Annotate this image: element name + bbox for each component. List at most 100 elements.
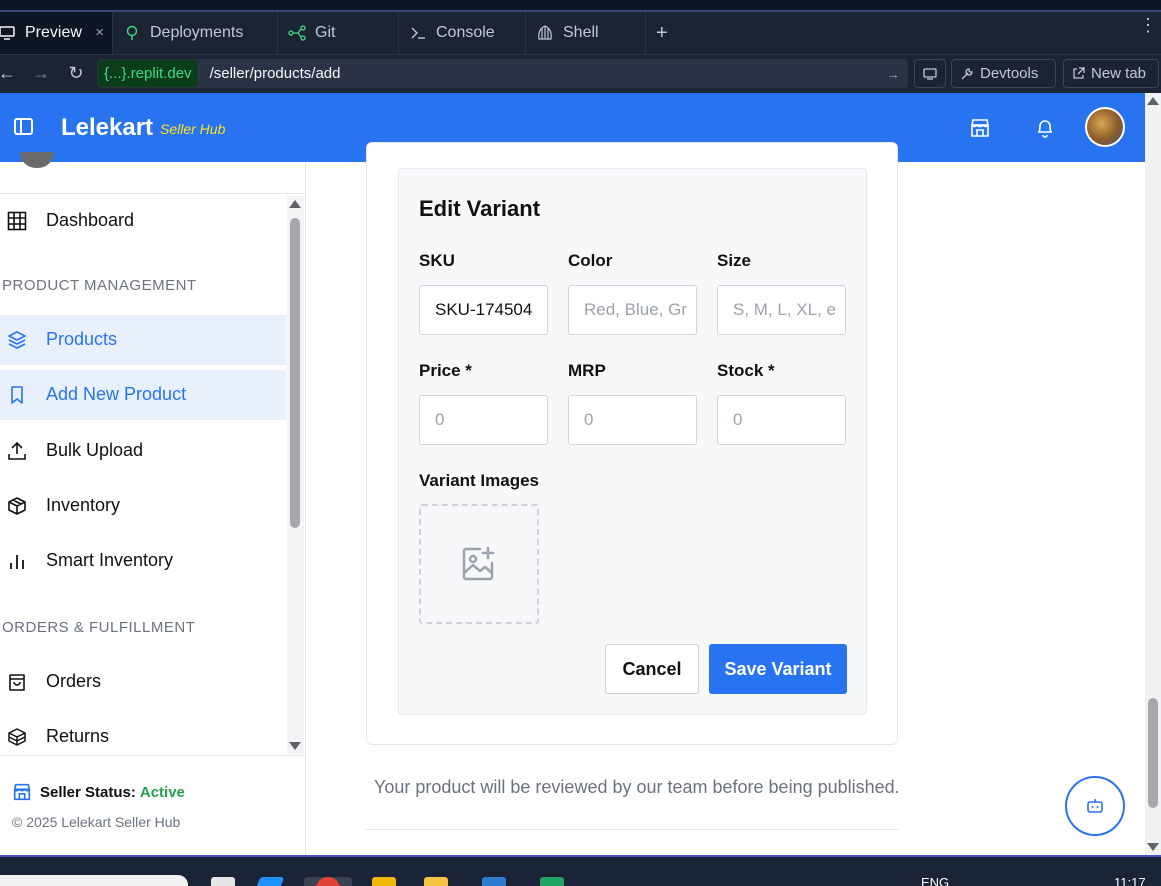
scroll-down-arrow-icon[interactable]	[289, 742, 301, 750]
cancel-button[interactable]: Cancel	[605, 644, 699, 694]
mrp-label: MRP	[568, 361, 606, 380]
scrollbar-thumb[interactable]	[1148, 698, 1158, 808]
image-plus-icon	[462, 546, 495, 581]
edge-icon[interactable]	[482, 877, 506, 886]
stock-field[interactable]: 0	[717, 395, 846, 445]
close-tab-icon[interactable]: ×	[95, 24, 104, 41]
vscode-icon[interactable]	[255, 877, 285, 886]
brand-logo[interactable]: Lelekart	[61, 114, 153, 142]
mrp-field[interactable]: 0	[568, 395, 697, 445]
sku-field[interactable]: SKU-174504	[419, 285, 548, 335]
sidebar-toggle-icon[interactable]	[14, 118, 33, 135]
tab-preview[interactable]: Preview ×	[0, 12, 113, 54]
url-field[interactable]: {...}.replit.dev /seller/products/add →	[97, 59, 908, 88]
status-label: Seller Status:	[40, 783, 136, 801]
shopping-bag-icon	[9, 674, 25, 691]
sidebar-item-inventory[interactable]: Inventory	[0, 481, 286, 531]
language-indicator[interactable]: ENG	[921, 875, 949, 886]
sidebar-item-add-new-product[interactable]: Add New Product	[0, 370, 286, 420]
devtools-button[interactable]: Devtools	[951, 59, 1056, 88]
upload-icon	[8, 441, 26, 460]
sku-label: SKU	[419, 251, 455, 270]
size-field[interactable]: S, M, L, XL, e	[717, 285, 846, 335]
scroll-up-arrow-icon[interactable]	[1147, 97, 1159, 105]
kebab-menu-icon[interactable]: ⋮	[1139, 16, 1157, 34]
app-icon[interactable]	[372, 877, 396, 886]
sheets-icon[interactable]	[540, 877, 564, 886]
bot-icon	[1087, 799, 1103, 813]
new-tab-button[interactable]: +	[646, 12, 690, 54]
brand-subtitle: Seller Hub	[160, 121, 226, 137]
sidebar-item-label: Add New Product	[46, 384, 187, 404]
scroll-down-arrow-icon[interactable]	[1147, 843, 1159, 851]
edit-variant-panel: Edit Variant SKU Color Size SKU-174504 R…	[398, 168, 867, 715]
device-preview-button[interactable]	[914, 59, 946, 88]
tab-label: Git	[315, 24, 336, 41]
status-badge: Active	[139, 783, 185, 801]
sidebar-item-orders[interactable]: Orders	[0, 657, 286, 707]
deploy-icon	[123, 24, 141, 42]
devtools-label: Devtools	[980, 65, 1039, 82]
external-link-icon	[1073, 67, 1085, 79]
store-icon[interactable]	[969, 117, 991, 139]
sidebar-item-smart-inventory[interactable]: Smart Inventory	[0, 536, 286, 586]
sidebar-item-bulk-upload[interactable]: Bulk Upload	[0, 426, 286, 476]
box-icon	[8, 497, 26, 515]
tab-git[interactable]: Git	[278, 12, 399, 54]
footer-divider	[366, 829, 898, 830]
forward-icon[interactable]: →	[30, 62, 52, 84]
store-icon	[13, 783, 31, 801]
price-field[interactable]: 0	[419, 395, 548, 445]
shell-icon	[536, 24, 554, 42]
copyright-text: © 2025 Lelekart Seller Hub	[12, 814, 181, 830]
stock-label: Stock *	[717, 361, 775, 380]
scrollbar-thumb[interactable]	[290, 218, 300, 528]
monitor-icon	[0, 24, 16, 42]
sidebar-scrollbar[interactable]	[287, 196, 304, 754]
scroll-up-arrow-icon[interactable]	[289, 200, 301, 208]
section-orders-fulfillment: ORDERS & FULFILLMENT	[2, 619, 196, 636]
open-new-tab-button[interactable]: New tab	[1063, 59, 1159, 88]
tab-label: Shell	[563, 24, 599, 41]
tab-label: Deployments	[150, 24, 244, 41]
panel-title: Edit Variant	[419, 196, 541, 221]
sidebar-item-label: Smart Inventory	[46, 550, 174, 570]
save-variant-button[interactable]: Save Variant	[709, 644, 847, 694]
go-arrow-icon[interactable]: →	[886, 66, 900, 82]
sidebar-item-dashboard[interactable]: Dashboard	[0, 196, 286, 246]
tab-console[interactable]: Console	[399, 12, 526, 54]
chat-assistant-button[interactable]	[1065, 776, 1125, 836]
sidebar-item-label: Dashboard	[46, 210, 135, 230]
clock[interactable]: 11:17	[1114, 875, 1146, 886]
size-label: Size	[717, 251, 752, 270]
wrench-icon	[961, 67, 973, 79]
package-icon	[8, 728, 26, 746]
bookmark-icon	[11, 386, 23, 404]
folder-icon[interactable]	[424, 877, 448, 886]
screen: Preview × Deployments Git Console Shell …	[0, 0, 1161, 886]
reload-icon[interactable]: ↻	[65, 62, 87, 84]
sidebar-footer: Seller Status: Active © 2025 Lelekart Se…	[0, 755, 306, 855]
color-label: Color	[568, 251, 613, 270]
tab-shell[interactable]: Shell	[526, 12, 646, 54]
url-domain: {...}.replit.dev	[98, 60, 198, 87]
user-avatar[interactable]	[1085, 107, 1125, 147]
tab-deployments[interactable]: Deployments	[113, 12, 278, 54]
newtab-label: New tab	[1091, 65, 1147, 82]
color-field[interactable]: Red, Blue, Gr	[568, 285, 697, 335]
bell-icon[interactable]	[1034, 117, 1056, 139]
page-scrollbar[interactable]	[1145, 93, 1161, 855]
tab-label: Console	[436, 24, 495, 41]
sidebar-avatar	[20, 152, 54, 168]
url-path: /seller/products/add	[209, 65, 341, 82]
taskbar-search[interactable]	[0, 875, 188, 886]
sidebar-divider	[0, 193, 306, 194]
back-icon[interactable]: ←	[0, 62, 18, 84]
git-branch-icon	[288, 24, 306, 42]
image-upload-dropzone[interactable]	[419, 504, 539, 624]
review-notice: Your product will be reviewed by our tea…	[374, 777, 900, 797]
task-view-icon[interactable]	[211, 877, 235, 886]
variant-images-label: Variant Images	[419, 471, 540, 490]
section-product-management: PRODUCT MANAGEMENT	[2, 277, 197, 294]
sidebar-item-products[interactable]: Products	[0, 315, 286, 365]
